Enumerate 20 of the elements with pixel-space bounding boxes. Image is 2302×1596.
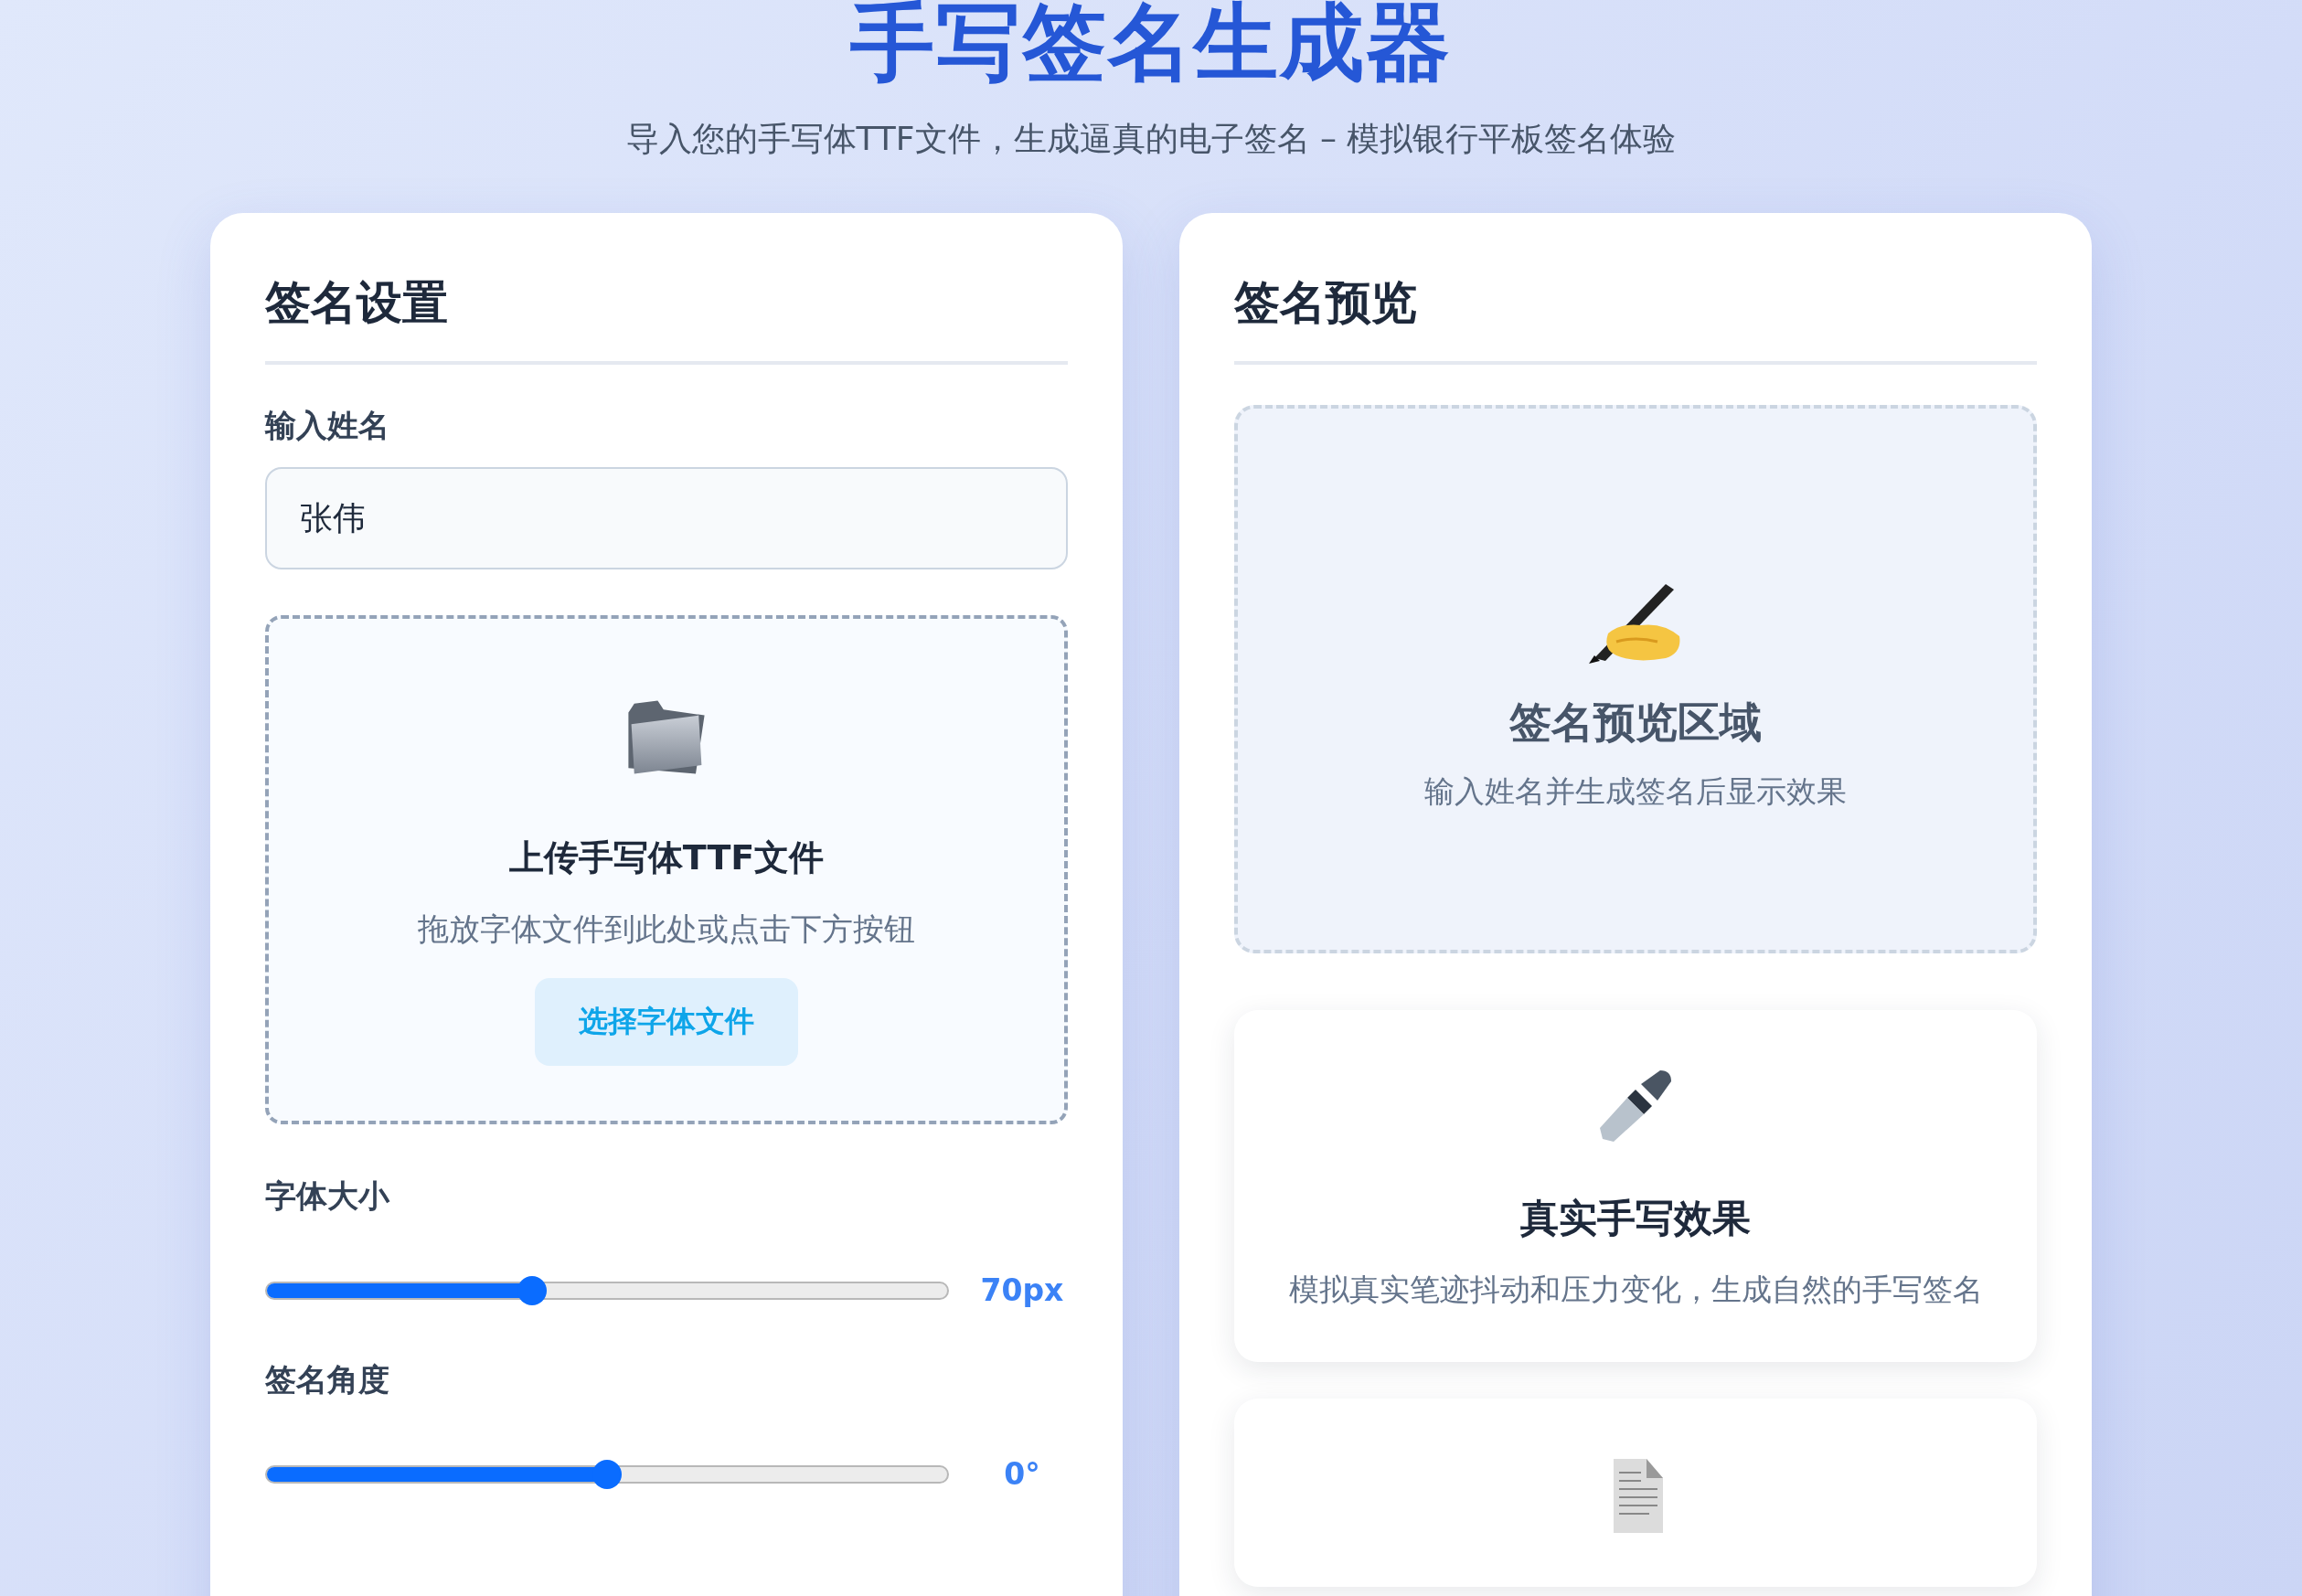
upload-dropzone[interactable]: 上传手写体TTF文件 拖放字体文件到此处或点击下方按钮 选择字体文件 [265,615,1068,1124]
preview-title: 签名预览区域 [1509,697,1762,749]
feature-description: 模拟真实笔迹抖动和压力变化，生成自然的手写签名 [1288,1271,1983,1309]
slider-label: 字体大小 [265,1176,391,1216]
panel-heading: 签名设置 [265,275,449,331]
slider-thumb[interactable] [592,1459,622,1489]
feature-title: 真实手写效果 [1520,1195,1751,1242]
panel-heading: 签名预览 [1234,275,1418,331]
slider-value: 0° [1003,1456,1041,1492]
page-subtitle: 导入您的手写体TTF文件，生成逼真的电子签名 – 模拟银行平板签名体验 [625,119,1677,159]
field-label: 输入姓名 [265,406,390,445]
upload-title: 上传手写体TTF文件 [508,836,825,879]
preview-hint: 输入姓名并生成签名后显示效果 [1424,772,1847,811]
range-slider[interactable] [265,1458,949,1490]
name-input[interactable]: 张伟 [265,467,1068,569]
range-slider[interactable] [265,1274,949,1306]
slider-value: 70px [979,1272,1065,1308]
slider-thumb[interactable] [517,1275,548,1305]
upload-hint: 拖放字体文件到此处或点击下方按钮 [418,910,915,949]
slider-label: 签名角度 [265,1360,390,1399]
